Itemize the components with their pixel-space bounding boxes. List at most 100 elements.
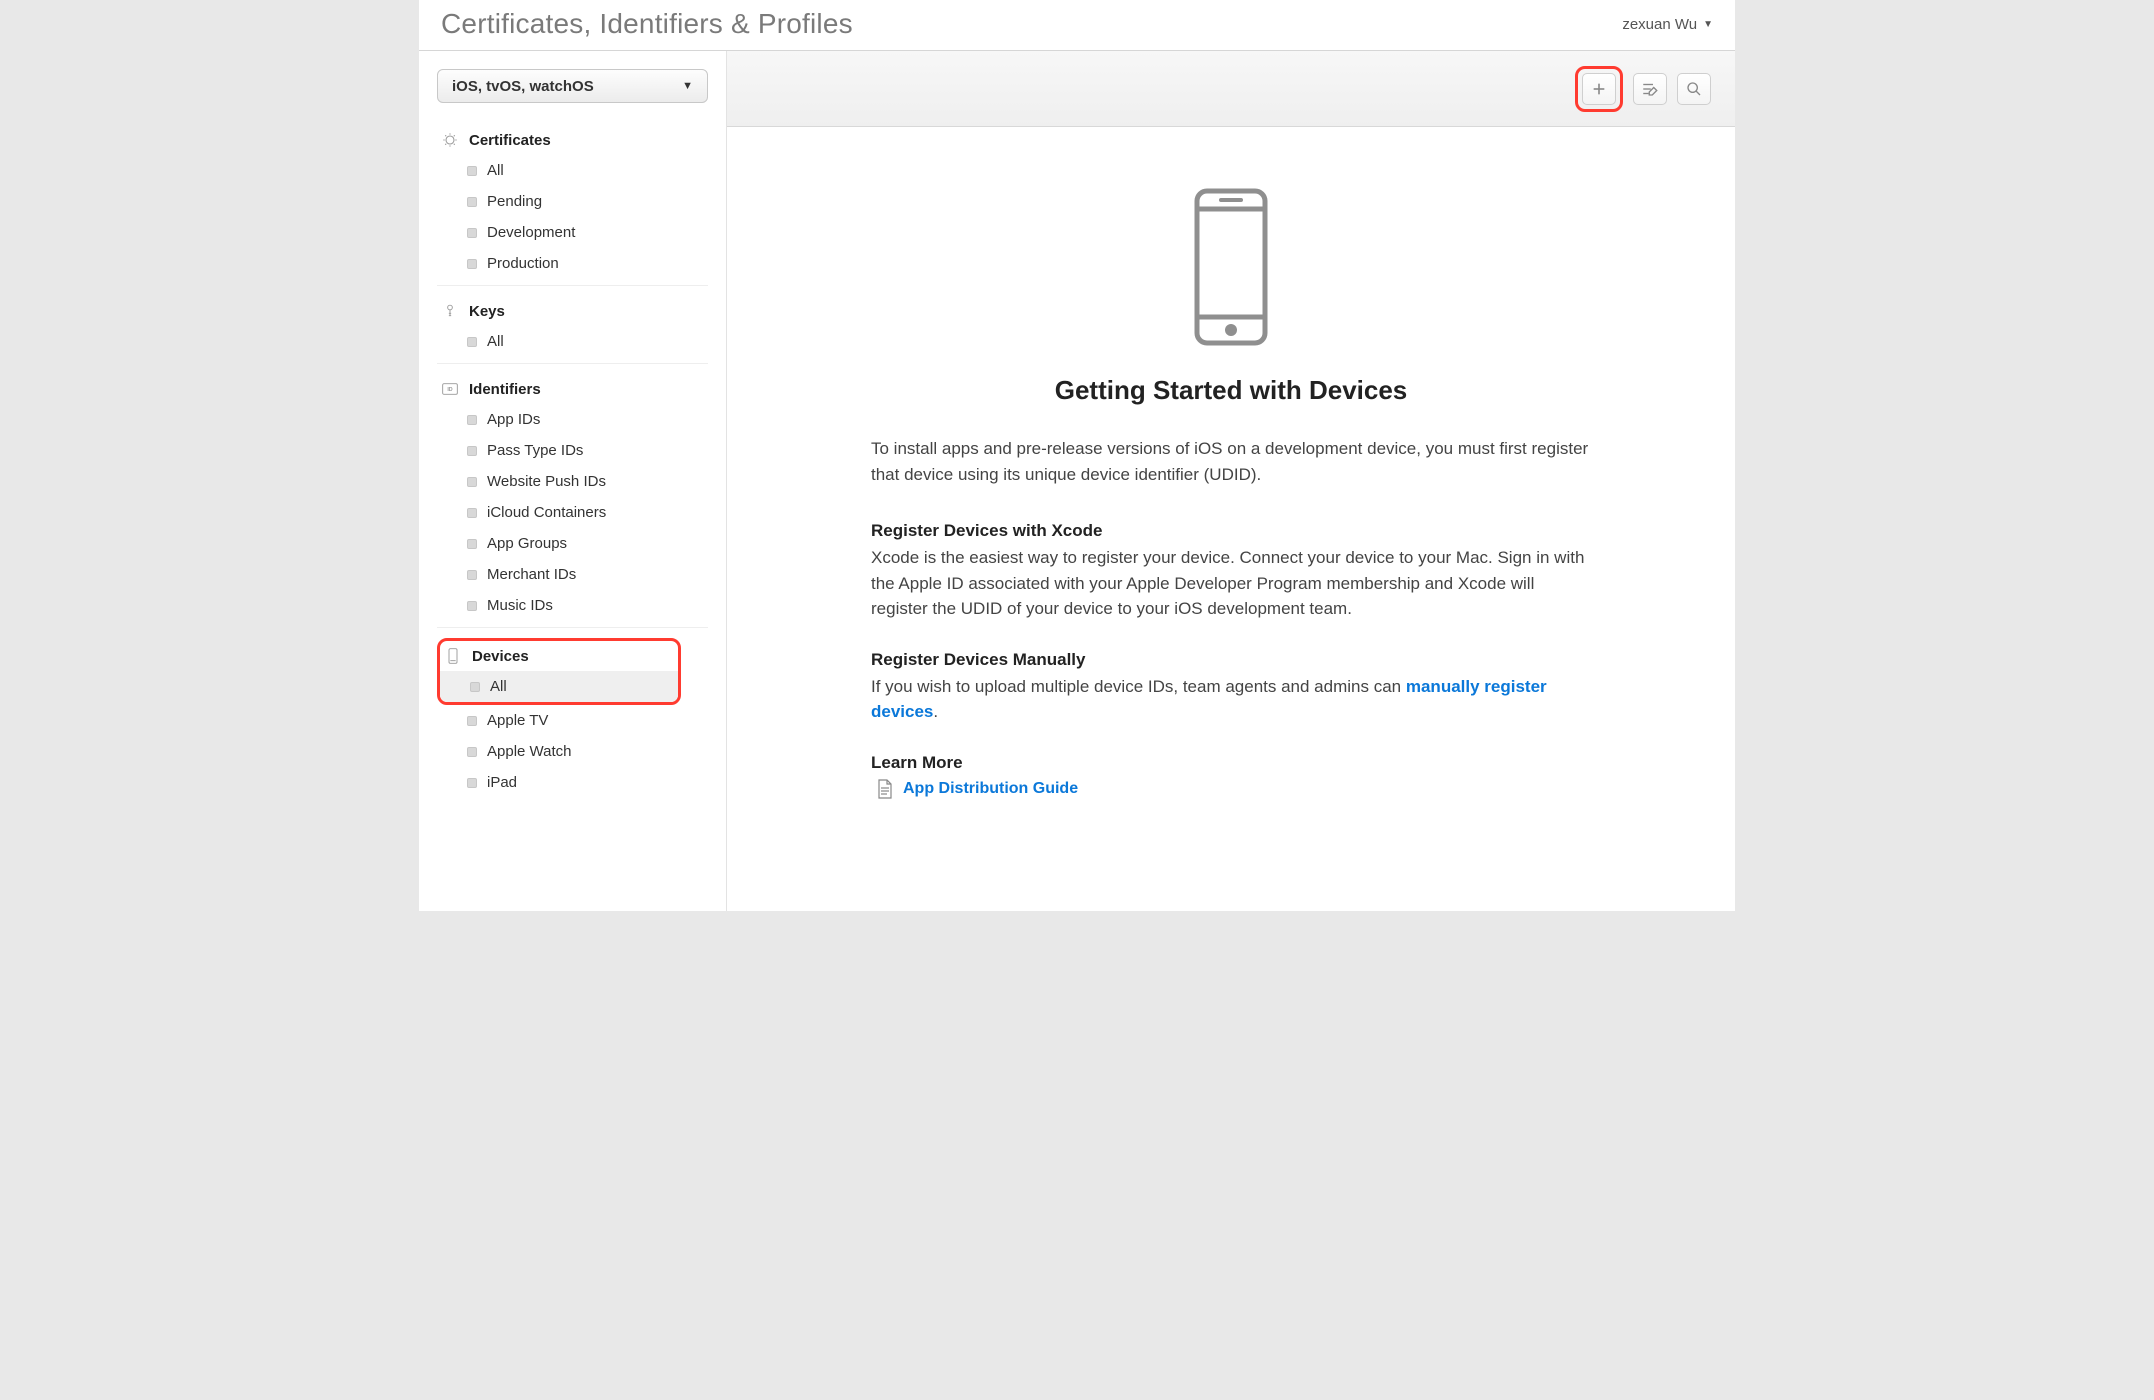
intro-text: To install apps and pre-release versions… — [871, 436, 1591, 487]
bullet-icon — [467, 415, 477, 425]
bullet-icon — [467, 747, 477, 757]
search-icon — [1686, 81, 1702, 97]
highlight-devices-all: Devices All — [437, 638, 681, 705]
item-label: Apple Watch — [487, 743, 572, 760]
sidebar-item-certificates-development[interactable]: Development — [419, 217, 726, 248]
bullet-icon — [467, 197, 477, 207]
bullet-icon — [467, 228, 477, 238]
item-label: iCloud Containers — [487, 504, 606, 521]
app-distribution-guide-link[interactable]: App Distribution Guide — [903, 780, 1078, 798]
certificate-icon — [441, 131, 459, 149]
section-register-xcode: Register Devices with Xcode Xcode is the… — [871, 521, 1591, 622]
group-header-identifiers[interactable]: ID Identifiers — [419, 370, 726, 404]
page-header: Certificates, Identifiers & Profiles zex… — [419, 0, 1735, 51]
add-button[interactable] — [1582, 73, 1616, 105]
group-header-certificates[interactable]: Certificates — [419, 121, 726, 155]
bullet-icon — [467, 601, 477, 611]
edit-list-icon — [1641, 81, 1659, 97]
search-button[interactable] — [1677, 73, 1711, 105]
sidebar-item-music-ids[interactable]: Music IDs — [419, 590, 726, 621]
bullet-icon — [467, 446, 477, 456]
bullet-icon — [467, 166, 477, 176]
item-label: Music IDs — [487, 597, 553, 614]
id-icon: ID — [441, 380, 459, 398]
sidebar-group-devices: Devices All Apple TV Apple Watch iPad — [419, 628, 726, 804]
edit-list-button[interactable] — [1633, 73, 1667, 105]
group-header-keys[interactable]: Keys — [419, 292, 726, 326]
item-label: Website Push IDs — [487, 473, 606, 490]
page-title: Certificates, Identifiers & Profiles — [441, 8, 853, 40]
bullet-icon — [467, 539, 477, 549]
bullet-icon — [470, 682, 480, 692]
sidebar-group-keys: Keys All — [419, 286, 726, 363]
section-body: If you wish to upload multiple device ID… — [871, 674, 1591, 725]
sidebar-item-merchant-ids[interactable]: Merchant IDs — [419, 559, 726, 590]
sidebar-item-certificates-pending[interactable]: Pending — [419, 186, 726, 217]
sidebar-item-app-groups[interactable]: App Groups — [419, 528, 726, 559]
sidebar: iOS, tvOS, watchOS ▼ Certificates All Pe… — [419, 51, 727, 911]
highlight-add-button — [1575, 66, 1623, 112]
chevron-down-icon: ▼ — [1703, 19, 1713, 30]
phone-illustration-icon — [1191, 187, 1271, 347]
section-body: Xcode is the easiest way to register you… — [871, 545, 1591, 622]
content-heading: Getting Started with Devices — [787, 375, 1675, 406]
document-icon — [877, 779, 893, 799]
item-label: Pending — [487, 193, 542, 210]
sidebar-item-icloud-containers[interactable]: iCloud Containers — [419, 497, 726, 528]
sidebar-item-app-ids[interactable]: App IDs — [419, 404, 726, 435]
section-title: Register Devices Manually — [871, 650, 1591, 670]
bullet-icon — [467, 259, 477, 269]
item-label: App Groups — [487, 535, 567, 552]
chevron-down-icon: ▼ — [682, 80, 693, 92]
section-learn-more: Learn More App Distribution Guide — [871, 753, 1591, 799]
item-label: All — [487, 333, 504, 350]
sidebar-item-website-push-ids[interactable]: Website Push IDs — [419, 466, 726, 497]
item-label: iPad — [487, 774, 517, 791]
body-prefix: If you wish to upload multiple device ID… — [871, 677, 1406, 696]
item-label: All — [487, 162, 504, 179]
item-label: Merchant IDs — [487, 566, 576, 583]
item-label: Production — [487, 255, 559, 272]
item-label: App IDs — [487, 411, 540, 428]
item-label: Apple TV — [487, 712, 548, 729]
platform-label: iOS, tvOS, watchOS — [452, 78, 594, 95]
sidebar-item-devices-appletv[interactable]: Apple TV — [419, 705, 726, 736]
sidebar-group-identifiers: ID Identifiers App IDs Pass Type IDs Web… — [419, 364, 726, 627]
sidebar-item-pass-type-ids[interactable]: Pass Type IDs — [419, 435, 726, 466]
group-title: Certificates — [469, 132, 551, 149]
item-label: Pass Type IDs — [487, 442, 583, 459]
user-menu[interactable]: zexuan Wu ▼ — [1622, 16, 1713, 33]
sidebar-item-certificates-production[interactable]: Production — [419, 248, 726, 279]
group-title: Devices — [472, 648, 529, 665]
body-suffix: . — [933, 702, 938, 721]
sidebar-item-devices-applewatch[interactable]: Apple Watch — [419, 736, 726, 767]
bullet-icon — [467, 477, 477, 487]
sidebar-group-certificates: Certificates All Pending Development Pro… — [419, 115, 726, 285]
sidebar-item-certificates-all[interactable]: All — [419, 155, 726, 186]
svg-text:ID: ID — [447, 387, 452, 393]
section-title: Learn More — [871, 753, 1591, 773]
device-icon — [444, 647, 462, 665]
item-label: Development — [487, 224, 575, 241]
plus-icon — [1591, 81, 1607, 97]
sidebar-item-devices-ipad[interactable]: iPad — [419, 767, 726, 798]
section-title: Register Devices with Xcode — [871, 521, 1591, 541]
bullet-icon — [467, 778, 477, 788]
user-name: zexuan Wu — [1622, 16, 1697, 33]
content: Getting Started with Devices To install … — [727, 127, 1735, 887]
sidebar-item-devices-all[interactable]: All — [440, 671, 678, 702]
main-area: Getting Started with Devices To install … — [727, 51, 1735, 911]
sidebar-item-keys-all[interactable]: All — [419, 326, 726, 357]
bullet-icon — [467, 508, 477, 518]
bullet-icon — [467, 570, 477, 580]
group-title: Identifiers — [469, 381, 541, 398]
platform-select[interactable]: iOS, tvOS, watchOS ▼ — [437, 69, 708, 103]
key-icon — [441, 302, 459, 320]
toolbar — [727, 51, 1735, 127]
bullet-icon — [467, 716, 477, 726]
item-label: All — [490, 678, 507, 695]
group-header-devices[interactable]: Devices — [440, 641, 678, 671]
bullet-icon — [467, 337, 477, 347]
group-title: Keys — [469, 303, 505, 320]
section-register-manually: Register Devices Manually If you wish to… — [871, 650, 1591, 725]
